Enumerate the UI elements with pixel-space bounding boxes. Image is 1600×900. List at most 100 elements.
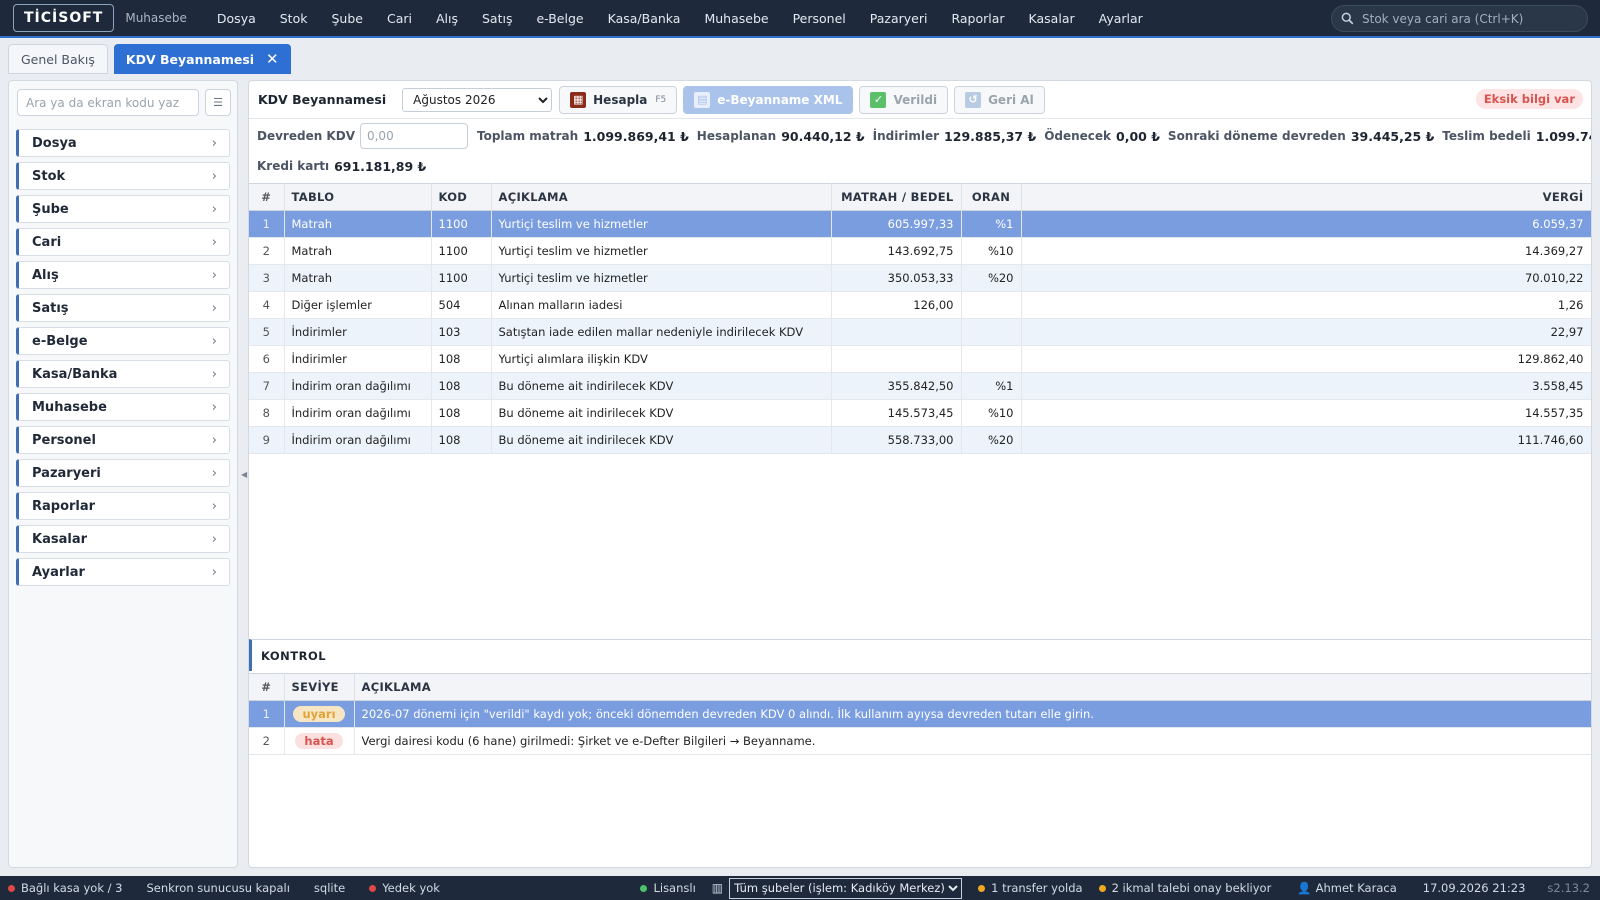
- nav-item-raporlar[interactable]: Raporlar: [939, 11, 1016, 26]
- chevron-right-icon: ›: [211, 135, 217, 151]
- tab-kdv-beyannamesi[interactable]: KDV Beyannamesi ✕: [113, 44, 291, 74]
- kontrol-header-sevi-ye[interactable]: SEVİYE: [284, 673, 355, 701]
- sidebar-item-satis[interactable]: Satış ›: [16, 294, 230, 322]
- verildi-button[interactable]: ✓ Verildi: [859, 85, 949, 114]
- table-row[interactable]: 8 İndirim oran dağılımı 108 Bu döneme ait i…: [249, 399, 1591, 427]
- kredi-label: Kredi kartı: [257, 159, 330, 173]
- column-header-aciklama[interactable]: AÇIKLAMA: [491, 183, 832, 211]
- sidebar-item-label: Kasa/Banka: [32, 366, 118, 382]
- calculator-icon: ▦: [570, 91, 587, 108]
- sidebar-item-dosya[interactable]: Dosya ›: [16, 129, 230, 157]
- geri-al-button[interactable]: ↺ Geri Al: [954, 85, 1045, 114]
- sidebar-item-raporlar[interactable]: Raporlar ›: [16, 492, 230, 520]
- sidebar-item-ayarlar[interactable]: Ayarlar ›: [16, 558, 230, 586]
- global-search[interactable]: [1331, 5, 1588, 32]
- sidebar-item-label: Personel: [32, 432, 96, 448]
- column-header-kod[interactable]: KOD: [431, 183, 492, 211]
- summary-label-odenecek: Ödenecek: [1044, 129, 1112, 143]
- status-user[interactable]: 👤 Ahmet Karaca: [1279, 881, 1404, 895]
- branch-select[interactable]: Tüm şubeler (işlem: Kadıköy Merkez): [729, 877, 963, 899]
- nav-item-alis[interactable]: Alış: [424, 11, 470, 26]
- cell-aciklama: Yurtiçi alımlara ilişkin KDV: [491, 345, 832, 373]
- kontrol-row[interactable]: 2 hata Vergi dairesi kodu (6 hane) girilme…: [249, 727, 1591, 755]
- period-select[interactable]: Ağustos 2026: [402, 87, 553, 112]
- hesapla-button[interactable]: ▦ Hesapla F5: [559, 85, 678, 114]
- nav-item-e-belge[interactable]: e-Belge: [524, 11, 595, 26]
- kontrol-header-aciklama[interactable]: AÇIKLAMA: [354, 673, 1591, 701]
- nav-item-satis[interactable]: Satış: [470, 11, 524, 26]
- column-header-matrah-bedel[interactable]: MATRAH / BEDEL: [831, 183, 962, 211]
- nav-item-cari[interactable]: Cari: [375, 11, 424, 26]
- table-row[interactable]: 9 İndirim oran dağılımı 108 Bu döneme ait i…: [249, 426, 1591, 454]
- table-row[interactable]: 1 Matrah 1100 Yurtiçi teslim ve hizmetler 60…: [249, 210, 1591, 238]
- app-logo[interactable]: TİCİSOFT: [13, 4, 115, 32]
- tab-genel-bakis[interactable]: Genel Bakış: [8, 44, 108, 74]
- sidebar-item-muhasebe[interactable]: Muhasebe ›: [16, 393, 230, 421]
- table-row[interactable]: 6 İndirimler 108 Yurtiçi alımlara ilişkin K…: [249, 345, 1591, 373]
- nav-item-stok[interactable]: Stok: [268, 11, 320, 26]
- cell-matrah: 145.573,45: [831, 399, 962, 427]
- main-panel: KDV Beyannamesi Ağustos 2026 ▦ Hesapla F…: [248, 80, 1592, 868]
- collapse-sidebar-icon[interactable]: ◀: [241, 470, 247, 479]
- table-row[interactable]: 4 Diğer işlemler 504 Alınan malların iadesi…: [249, 291, 1591, 319]
- sidebar-item-cari[interactable]: Cari ›: [16, 228, 230, 256]
- sidebar-search-input[interactable]: [17, 89, 199, 116]
- page-title: KDV Beyannamesi: [258, 92, 387, 107]
- nav-item-muhasebe[interactable]: Muhasebe: [692, 11, 780, 26]
- cell-vergi: 14.557,35: [1021, 399, 1591, 427]
- table-row[interactable]: 2 Matrah 1100 Yurtiçi teslim ve hizmetler 14…: [249, 237, 1591, 265]
- nav-item-personel[interactable]: Personel: [781, 11, 858, 26]
- sidebar-item-kasalar[interactable]: Kasalar ›: [16, 525, 230, 553]
- module-label: Muhasebe: [125, 11, 187, 25]
- cell-oran: [961, 345, 1022, 373]
- sidebar-item-alis[interactable]: Alış ›: [16, 261, 230, 289]
- column-header-tablo[interactable]: TABLO: [284, 183, 432, 211]
- cell-n: 4: [249, 291, 285, 319]
- kontrol-row[interactable]: 1 uyarı 2026-07 dönemi için "verildi" kayd…: [249, 700, 1591, 728]
- cell-vergi: 129.862,40: [1021, 345, 1591, 373]
- cell-matrah: 126,00: [831, 291, 962, 319]
- nav-item-ayarlar[interactable]: Ayarlar: [1087, 11, 1155, 26]
- sidebar-item-kasa-banka[interactable]: Kasa/Banka ›: [16, 360, 230, 388]
- sidebar-item-personel[interactable]: Personel ›: [16, 426, 230, 454]
- tab-strip: Genel Bakış KDV Beyannamesi ✕: [8, 44, 291, 74]
- chevron-right-icon: ›: [211, 366, 217, 382]
- sidebar-item-sube[interactable]: Şube ›: [16, 195, 230, 223]
- table-row[interactable]: 5 İndirimler 103 Satıştan iade edilen malla…: [249, 318, 1591, 346]
- status-ikmal[interactable]: 2 ikmal talebi onay bekliyor: [1091, 881, 1280, 895]
- cell-kod: 1100: [431, 237, 492, 265]
- kontrol-header-index[interactable]: #: [249, 673, 285, 701]
- devreden-input[interactable]: [359, 123, 468, 149]
- table-row[interactable]: 3 Matrah 1100 Yurtiçi teslim ve hizmetler 35…: [249, 264, 1591, 292]
- nav-item-pazaryeri[interactable]: Pazaryeri: [858, 11, 940, 26]
- grid-menu-button[interactable]: ☰: [205, 89, 231, 116]
- status-dot-icon: [978, 884, 986, 892]
- nav-item-sube[interactable]: Şube: [319, 11, 374, 26]
- shortcut-label: F5: [655, 94, 667, 105]
- sidebar-item-stok[interactable]: Stok ›: [16, 162, 230, 190]
- cell-kod: 108: [431, 426, 492, 454]
- status-ikmal-text: 2 ikmal talebi onay bekliyor: [1111, 881, 1272, 895]
- summary-label-sonraki-doneme-devreden: Sonraki döneme devreden: [1167, 129, 1346, 143]
- summary-value-teslim-bedeli: 1.099.743,41 ₺: [1535, 128, 1591, 144]
- sidebar-item-label: Şube: [32, 201, 69, 217]
- status-transfer[interactable]: 1 transfer yolda: [970, 881, 1090, 895]
- nav-item-kasalar[interactable]: Kasalar: [1017, 11, 1087, 26]
- cell-n: 3: [249, 264, 285, 292]
- sidebar-item-pazaryeri[interactable]: Pazaryeri ›: [16, 459, 230, 487]
- column-header-index[interactable]: #: [249, 183, 285, 211]
- cell-matrah: 143.692,75: [831, 237, 962, 265]
- xml-button[interactable]: ▤ e-Beyanname XML: [683, 85, 854, 114]
- table-row[interactable]: 7 İndirim oran dağılımı 108 Bu döneme ait i…: [249, 372, 1591, 400]
- search-input[interactable]: [1362, 11, 1582, 26]
- status-version: s2.13.2: [1547, 881, 1590, 895]
- sidebar-item-e-belge[interactable]: e-Belge ›: [16, 327, 230, 355]
- nav-item-kasa-banka[interactable]: Kasa/Banka: [596, 11, 693, 26]
- hesapla-label: Hesapla: [593, 92, 648, 107]
- close-icon[interactable]: ✕: [266, 50, 279, 68]
- column-header-vergi[interactable]: VERGİ: [1021, 183, 1591, 211]
- column-header-oran[interactable]: ORAN: [961, 183, 1022, 211]
- nav-item-dosya[interactable]: Dosya: [205, 11, 268, 26]
- xml-label: e-Beyanname XML: [717, 92, 843, 107]
- cell-aciklama: Alınan malların iadesi: [491, 291, 832, 319]
